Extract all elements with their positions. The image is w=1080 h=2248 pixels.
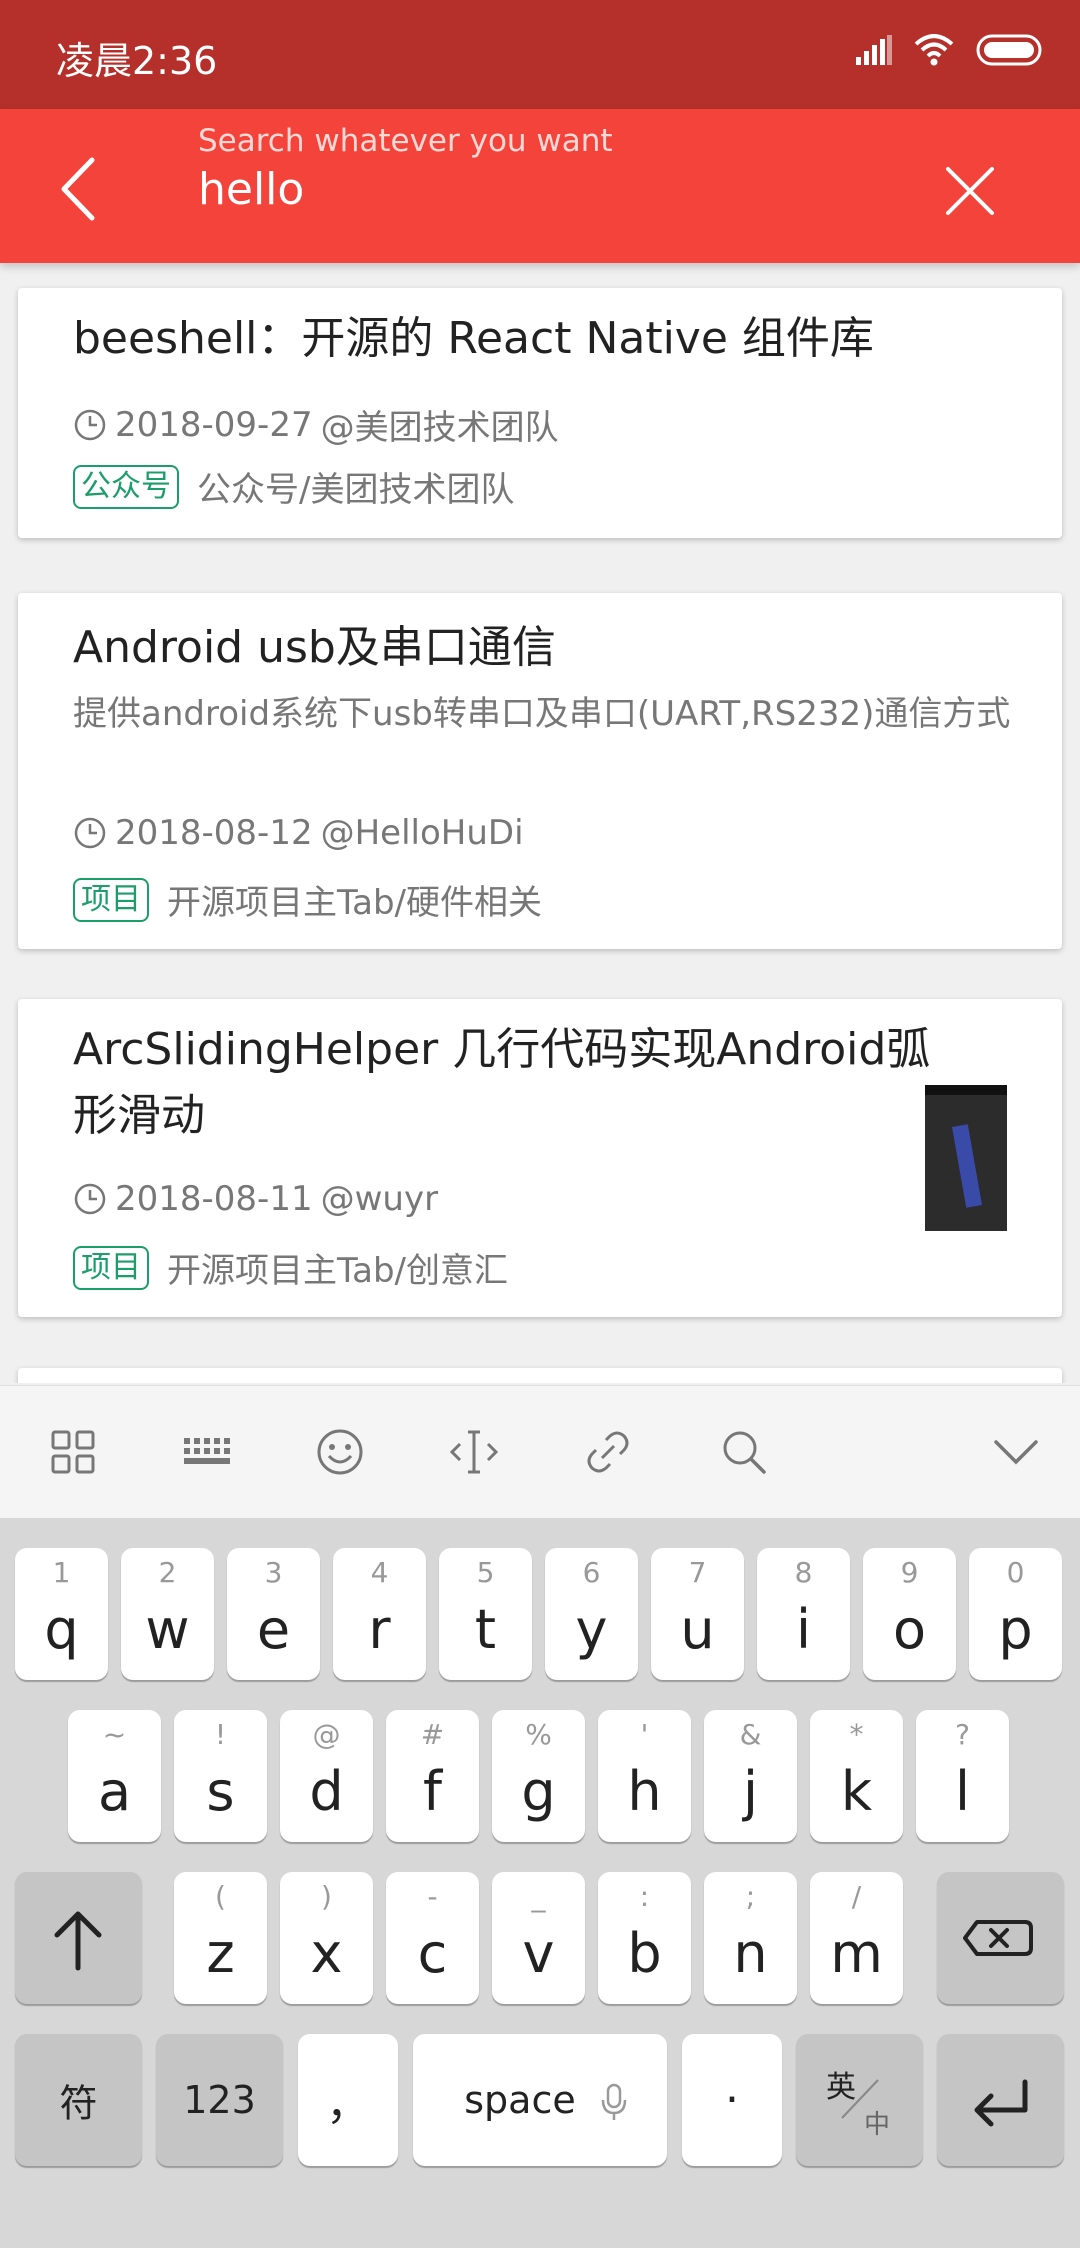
article-card[interactable]: ArcSlidingHelper 几行代码实现Android弧 形滑动 2018…	[18, 999, 1062, 1317]
search-icon[interactable]	[716, 1424, 772, 1480]
key-u[interactable]: 7u	[651, 1548, 744, 1680]
article-author: @美团技术团队	[320, 408, 559, 448]
battery-icon	[976, 34, 1042, 66]
status-icons	[856, 34, 1046, 66]
microphone-icon	[601, 2083, 627, 2120]
key-h[interactable]: ' h	[598, 1710, 691, 1842]
status-time: 凌晨2:36	[56, 39, 218, 83]
article-category[interactable]: 公众号/美团技术团队	[197, 462, 514, 511]
thumbnail-arc-stripe	[952, 1124, 982, 1208]
clock-icon	[74, 409, 106, 440]
key-b[interactable]: :b	[598, 1872, 691, 2004]
backspace-icon	[963, 1920, 1033, 1956]
key-c[interactable]: -c	[386, 1872, 479, 2004]
back-arrow-icon	[61, 157, 95, 221]
grid-icon[interactable]	[45, 1424, 101, 1480]
symbol-key[interactable]: 符	[15, 2034, 142, 2166]
key-g[interactable]: % g	[492, 1710, 585, 1842]
key-a[interactable]: ~ a	[68, 1710, 161, 1842]
article-meta: 2018-09-27 @美团技术团队	[73, 400, 559, 449]
key-n[interactable]: ; n	[704, 1872, 797, 2004]
thumbnail-toolbar	[925, 1085, 1007, 1095]
clock-icon	[74, 1183, 106, 1215]
key-w[interactable]: 2w	[121, 1548, 214, 1680]
keyboard-layout-icon[interactable]	[178, 1424, 234, 1480]
key-i[interactable]: 8i	[757, 1548, 850, 1680]
emoji-icon[interactable]	[312, 1424, 368, 1480]
status-bar: 凌晨2:36	[0, 0, 1080, 109]
period-key[interactable]: ·	[682, 2034, 782, 2166]
key-p[interactable]: 0p	[969, 1548, 1062, 1680]
article-date: 2018-08-11	[115, 1179, 313, 1219]
back-button[interactable]	[52, 154, 112, 224]
keyboard: 1q 2w 3e 4r 5t 6y 7u 8i 9o 0p ~ a ! s @ d #…	[0, 1518, 1080, 2248]
key-k[interactable]: * k	[810, 1710, 903, 1842]
comma-key[interactable]: ，	[298, 2034, 398, 2166]
article-title: beeshell：开源的 React Native 组件库	[73, 313, 874, 364]
search-input[interactable]: hello	[198, 164, 304, 215]
article-tag-row: 公众号 公众号/美团技术团队	[73, 462, 514, 511]
language-switch-key[interactable]: 英 中	[796, 2034, 923, 2166]
article-category[interactable]: 开源项目主Tab/硬件相关	[167, 875, 542, 924]
search-hint-label: Search whatever you want	[198, 123, 613, 159]
keyboard-toolbar	[0, 1385, 1080, 1519]
key-q[interactable]: 1q	[15, 1548, 108, 1680]
article-title: ArcSlidingHelper 几行代码实现Android弧	[73, 1024, 931, 1075]
enter-key[interactable]	[937, 2034, 1064, 2166]
article-tag: 公众号	[73, 464, 179, 509]
signal-icon	[856, 35, 892, 65]
shift-arrow-icon	[54, 1911, 102, 1971]
article-description: 提供android系统下usb转串口及串口(UART,RS232)通信方式	[73, 694, 1011, 734]
chevron-down-icon[interactable]	[988, 1424, 1044, 1480]
article-tag: 项目	[73, 1245, 149, 1290]
clipboard-link-icon[interactable]	[580, 1424, 636, 1480]
article-category[interactable]: 开源项目主Tab/创意汇	[167, 1243, 508, 1292]
article-tag-row: 项目 开源项目主Tab/硬件相关	[73, 875, 542, 924]
article-card[interactable]: Android usb及串口通信 提供android系统下usb转串口及串口(U…	[18, 593, 1062, 949]
shift-key[interactable]	[15, 1872, 142, 2004]
key-v[interactable]: _ v	[492, 1872, 585, 2004]
key-f[interactable]: # f	[386, 1710, 479, 1842]
key-l[interactable]: ? l	[916, 1710, 1009, 1842]
key-j[interactable]: & j	[704, 1710, 797, 1842]
article-meta: 2018-08-11 @wuyr	[73, 1179, 438, 1219]
key-z[interactable]: (z	[174, 1872, 267, 2004]
article-card[interactable]: beeshell：开源的 React Native 组件库 2018-09-27…	[18, 288, 1062, 538]
article-thumbnail	[925, 1085, 1007, 1231]
article-date: 2018-09-27	[115, 404, 313, 445]
key-e[interactable]: 3e	[227, 1548, 320, 1680]
key-o[interactable]: 9o	[863, 1548, 956, 1680]
article-author: @HelloHuDi	[320, 813, 524, 853]
article-title: Android usb及串口通信	[73, 622, 556, 673]
search-results-list: beeshell：开源的 React Native 组件库 2018-09-27…	[0, 263, 1080, 1383]
article-date: 2018-08-12	[115, 813, 313, 853]
article-author: @wuyr	[320, 1179, 439, 1219]
wifi-icon	[914, 34, 954, 66]
cursor-move-icon[interactable]	[446, 1424, 502, 1480]
clear-search-button[interactable]	[940, 161, 1000, 221]
key-y[interactable]: 6y	[545, 1548, 638, 1680]
article-meta: 2018-08-12 @HelloHuDi	[73, 813, 524, 853]
close-icon	[946, 167, 994, 215]
clock-icon	[74, 817, 106, 849]
key-t[interactable]: 5t	[439, 1548, 532, 1680]
key-x[interactable]: ) x	[280, 1872, 373, 2004]
number-key[interactable]: 123	[156, 2034, 283, 2166]
key-d[interactable]: @ d	[280, 1710, 373, 1842]
backspace-key[interactable]	[937, 1872, 1064, 2004]
article-card[interactable]	[18, 1368, 1062, 1383]
key-s[interactable]: ! s	[174, 1710, 267, 1842]
space-key[interactable]: space	[413, 2034, 667, 2166]
search-header: Search whatever you want hello	[0, 109, 1080, 263]
key-m[interactable]: / m	[810, 1872, 903, 2004]
enter-arrow-icon	[974, 2079, 1028, 2127]
key-r[interactable]: 4r	[333, 1548, 426, 1680]
article-title-continued: 形滑动	[73, 1090, 205, 1141]
article-tag-row: 项目 开源项目主Tab/创意汇	[73, 1243, 508, 1292]
article-tag: 项目	[73, 877, 149, 922]
